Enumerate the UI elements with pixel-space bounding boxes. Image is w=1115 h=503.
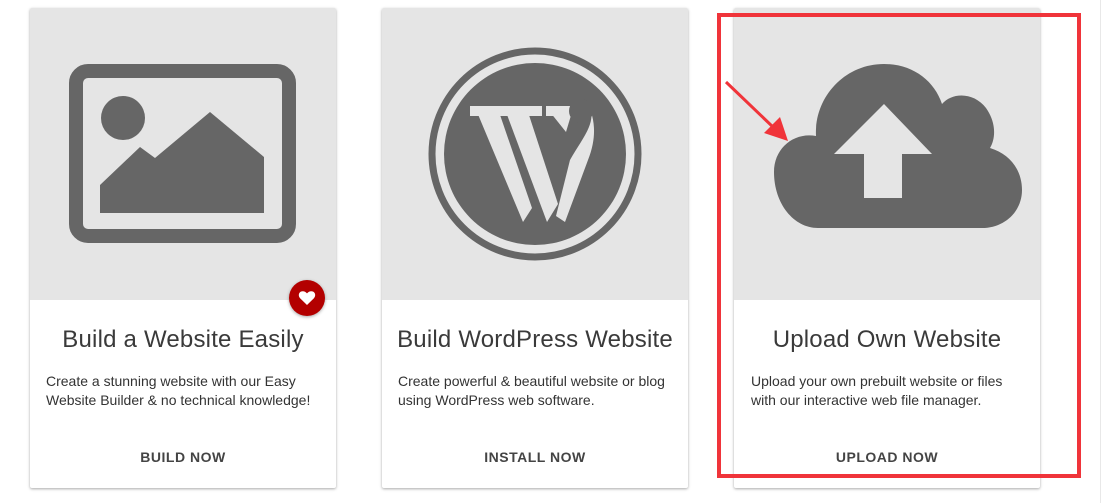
build-now-button[interactable]: BUILD NOW — [30, 449, 336, 465]
card-description: Create powerful & beautiful website or b… — [398, 373, 665, 408]
upload-now-button[interactable]: UPLOAD NOW — [734, 449, 1040, 465]
favorite-button[interactable] — [289, 280, 325, 316]
page-edge-divider — [1100, 0, 1101, 503]
install-now-button[interactable]: INSTALL NOW — [382, 449, 688, 465]
card-media — [382, 8, 688, 300]
heart-icon — [298, 291, 316, 305]
wordpress-icon — [428, 47, 642, 261]
card-description: Create a stunning website with our Easy … — [46, 373, 311, 408]
image-icon — [69, 64, 296, 243]
card-description: Upload your own prebuilt website or file… — [751, 373, 1003, 408]
card-media — [734, 8, 1040, 300]
card-title: Upload Own Website — [772, 326, 1002, 353]
card-title: Build a Website Easily — [62, 326, 304, 353]
wordpress-card: Build WordPress Website Create powerful … — [382, 8, 688, 488]
cloud-upload-icon — [774, 64, 1022, 228]
card-title: Build WordPress Website — [397, 326, 673, 353]
website-builder-card: Build a Website Easily Create a stunning… — [30, 8, 336, 488]
card-media — [30, 8, 336, 300]
annotation-arrow-icon — [724, 80, 788, 141]
